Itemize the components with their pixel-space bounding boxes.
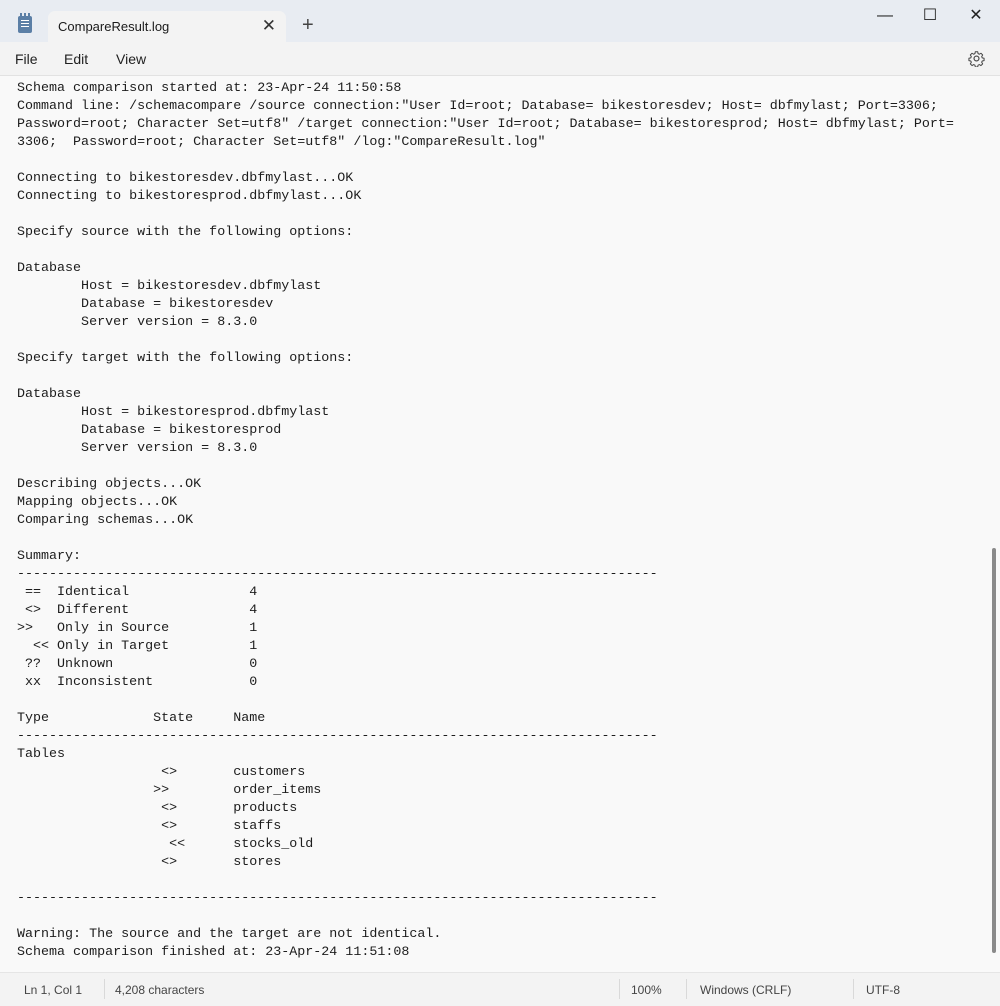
line-endings[interactable]: Windows (CRLF)	[700, 983, 791, 997]
close-window-button[interactable]: ✕	[961, 6, 991, 26]
tab-title: CompareResult.log	[58, 19, 170, 34]
encoding[interactable]: UTF-8	[866, 983, 900, 997]
maximize-button[interactable]: ☐	[915, 6, 945, 26]
cursor-position[interactable]: Ln 1, Col 1	[24, 983, 82, 997]
close-tab-icon[interactable]: ✕	[262, 16, 276, 36]
new-tab-button[interactable]: +	[302, 15, 314, 35]
character-count: 4,208 characters	[115, 983, 205, 997]
status-divider	[104, 979, 105, 999]
menu-view[interactable]: View	[116, 51, 146, 67]
menu-file[interactable]: File	[15, 51, 38, 67]
scroll-thumb[interactable]	[992, 548, 996, 953]
title-bar: CompareResult.log ✕ + — ☐ ✕	[0, 0, 1000, 42]
menu-bar: File Edit View	[0, 42, 1000, 76]
menu-edit[interactable]: Edit	[64, 51, 88, 67]
status-divider	[686, 979, 687, 999]
gear-icon[interactable]	[968, 50, 985, 67]
vertical-scrollbar[interactable]	[990, 76, 1000, 972]
status-divider	[619, 979, 620, 999]
zoom-level[interactable]: 100%	[631, 983, 662, 997]
editor-content: Schema comparison started at: 23-Apr-24 …	[17, 81, 954, 960]
text-editor[interactable]: Schema comparison started at: 23-Apr-24 …	[0, 76, 990, 972]
status-bar: Ln 1, Col 1 4,208 characters 100% Window…	[0, 972, 1000, 1006]
status-divider	[853, 979, 854, 999]
tab-compareresult-log[interactable]: CompareResult.log ✕	[48, 11, 286, 42]
notepad-icon	[18, 13, 32, 33]
minimize-button[interactable]: —	[870, 6, 900, 26]
